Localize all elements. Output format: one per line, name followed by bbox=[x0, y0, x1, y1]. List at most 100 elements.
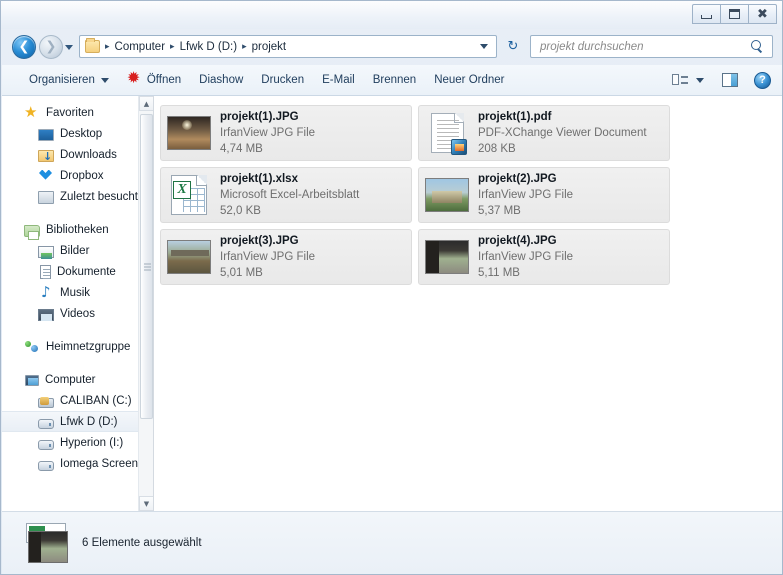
selection-preview-icon bbox=[22, 523, 68, 563]
file-thumbnail bbox=[425, 176, 469, 214]
breadcrumb-item-projekt[interactable]: projekt bbox=[252, 41, 287, 53]
window-controls: ✖ bbox=[692, 4, 777, 24]
file-name: projekt(1).xlsx bbox=[220, 173, 298, 185]
photo-thumbnail bbox=[167, 116, 211, 150]
scroll-up-button[interactable]: ▲ bbox=[139, 96, 153, 111]
sidebar-item-iomega-screenpl[interactable]: Iomega ScreenPl bbox=[2, 453, 153, 474]
sidebar-item-label: Hyperion (I:) bbox=[60, 436, 124, 449]
sidebar-item-label: Bilder bbox=[60, 244, 90, 257]
maximize-button[interactable] bbox=[720, 4, 749, 24]
recent-places-icon bbox=[38, 191, 54, 204]
sidebar-item-dropbox[interactable]: Dropbox bbox=[2, 165, 153, 186]
videos-library-icon bbox=[38, 308, 54, 321]
burn-label: Brennen bbox=[372, 74, 417, 86]
chevron-down-icon[interactable] bbox=[480, 44, 488, 49]
breadcrumb-item-computer[interactable]: Computer bbox=[115, 41, 166, 53]
file-thumbnail bbox=[167, 238, 211, 276]
sidebar-group-heimnetzgruppe[interactable]: Heimnetzgruppe bbox=[2, 336, 153, 357]
breadcrumb-item-drive[interactable]: Lfwk D (D:) bbox=[180, 41, 238, 53]
sidebar-group-label: Heimnetzgruppe bbox=[46, 340, 131, 353]
folder-icon bbox=[85, 38, 100, 53]
sidebar-group-label: Bibliotheken bbox=[46, 223, 109, 236]
close-button[interactable]: ✖ bbox=[748, 4, 777, 24]
excel-spreadsheet-icon: X bbox=[171, 175, 207, 215]
file-item-projekt1-pdf[interactable]: projekt(1).pdf PDF-XChange Viewer Docume… bbox=[418, 105, 670, 161]
sidebar-item-zuletzt-besucht[interactable]: Zuletzt besucht bbox=[2, 186, 153, 207]
preview-pane-button[interactable] bbox=[722, 73, 738, 87]
sidebar-item-label: Downloads bbox=[60, 148, 117, 161]
maximize-icon bbox=[729, 9, 740, 19]
change-view-button[interactable] bbox=[672, 73, 688, 87]
system-drive-icon bbox=[38, 396, 54, 408]
dropbox-icon bbox=[38, 168, 54, 184]
file-item-projekt4-jpg[interactable]: projekt(4).JPG IrfanView JPG File 5,11 M… bbox=[418, 229, 670, 285]
sidebar-item-hyperion-i[interactable]: Hyperion (I:) bbox=[2, 432, 153, 453]
scrollbar-thumb[interactable] bbox=[140, 114, 153, 419]
sidebar-item-caliban-c[interactable]: CALIBAN (C:) bbox=[2, 390, 153, 411]
help-button[interactable]: ? bbox=[754, 71, 771, 89]
slideshow-button[interactable]: Diashow bbox=[190, 68, 252, 93]
sidebar-item-bilder[interactable]: Bilder bbox=[2, 240, 153, 261]
libraries-icon bbox=[24, 224, 40, 240]
file-type: IrfanView JPG File bbox=[220, 251, 316, 263]
sidebar-group-computer[interactable]: Computer bbox=[2, 369, 153, 390]
open-label: Öffnen bbox=[146, 74, 182, 86]
file-size: 5,11 MB bbox=[478, 267, 520, 279]
file-name: projekt(4).JPG bbox=[478, 235, 557, 247]
minimize-button[interactable] bbox=[692, 4, 721, 24]
search-input[interactable]: projekt durchsuchen bbox=[540, 41, 751, 53]
file-list-pane[interactable]: projekt(1).JPG IrfanView JPG File 4,74 M… bbox=[154, 96, 782, 511]
scroll-down-button[interactable]: ▼ bbox=[139, 496, 153, 511]
sidebar-item-lfwk-d[interactable]: Lfwk D (D:) bbox=[2, 411, 153, 432]
file-item-projekt3-jpg[interactable]: projekt(3).JPG IrfanView JPG File 5,01 M… bbox=[160, 229, 412, 285]
sidebar-item-musik[interactable]: Musik bbox=[2, 282, 153, 303]
sidebar-item-downloads[interactable]: Downloads bbox=[2, 144, 153, 165]
breadcrumb-separator-1[interactable]: ▸ bbox=[165, 42, 180, 52]
title-bar[interactable]: ✖ bbox=[1, 1, 782, 29]
sidebar-group-favoriten[interactable]: Favoriten bbox=[2, 102, 153, 123]
file-thumbnail bbox=[425, 238, 469, 276]
address-bar[interactable]: ▸ Computer ▸ Lfwk D (D:) ▸ projekt bbox=[79, 35, 497, 58]
email-button[interactable]: E-Mail bbox=[313, 68, 364, 93]
sidebar-group-bibliotheken[interactable]: Bibliotheken bbox=[2, 219, 153, 240]
organize-button[interactable]: Organisieren bbox=[20, 68, 118, 93]
arrow-right-icon: ❯ bbox=[45, 39, 57, 55]
back-button[interactable]: ❮ bbox=[12, 35, 36, 59]
file-item-projekt1-xlsx[interactable]: X projekt(1).xlsx Microsoft Excel-Arbeit… bbox=[160, 167, 412, 223]
sidebar-item-dokumente[interactable]: Dokumente bbox=[2, 261, 153, 282]
organize-label: Organisieren bbox=[29, 74, 95, 86]
chevron-down-icon[interactable] bbox=[696, 77, 704, 83]
file-item-projekt2-jpg[interactable]: projekt(2).JPG IrfanView JPG File 5,37 M… bbox=[418, 167, 670, 223]
photo-thumbnail bbox=[425, 240, 469, 274]
documents-library-icon bbox=[40, 265, 51, 279]
desktop-icon bbox=[38, 128, 54, 141]
breadcrumb-separator-2[interactable]: ▸ bbox=[237, 42, 252, 52]
sidebar-item-desktop[interactable]: Desktop bbox=[2, 123, 153, 144]
close-icon: ✖ bbox=[757, 6, 768, 22]
print-button[interactable]: Drucken bbox=[252, 68, 313, 93]
file-details: projekt(1).JPG IrfanView JPG File 4,74 M… bbox=[220, 109, 405, 157]
sidebar-item-label: Dokumente bbox=[57, 265, 116, 278]
search-box[interactable]: projekt durchsuchen bbox=[530, 35, 773, 58]
file-name: projekt(2).JPG bbox=[478, 173, 557, 185]
refresh-button[interactable]: ↻ bbox=[502, 35, 524, 58]
email-label: E-Mail bbox=[322, 74, 355, 86]
sidebar-scrollbar[interactable]: ▲ ▼ bbox=[138, 96, 153, 511]
scrollbar-grip-icon bbox=[144, 263, 151, 270]
burn-button[interactable]: Brennen bbox=[364, 68, 425, 93]
selection-preview-front bbox=[28, 531, 68, 563]
pdf-xchange-badge-icon bbox=[450, 139, 467, 155]
help-icon: ? bbox=[759, 74, 766, 86]
forward-button[interactable]: ❯ bbox=[39, 35, 63, 59]
new-folder-button[interactable]: Neuer Ordner bbox=[425, 68, 513, 93]
chevron-down-icon: ▼ bbox=[143, 499, 150, 508]
photo-thumbnail bbox=[167, 240, 211, 274]
open-button[interactable]: Öffnen bbox=[118, 68, 190, 93]
breadcrumb-separator-0[interactable]: ▸ bbox=[100, 42, 115, 52]
sidebar-item-videos[interactable]: Videos bbox=[2, 303, 153, 324]
recent-pages-dropdown-icon[interactable] bbox=[65, 45, 73, 50]
file-item-projekt1-jpg[interactable]: projekt(1).JPG IrfanView JPG File 4,74 M… bbox=[160, 105, 412, 161]
chevron-up-icon: ▲ bbox=[143, 99, 150, 108]
